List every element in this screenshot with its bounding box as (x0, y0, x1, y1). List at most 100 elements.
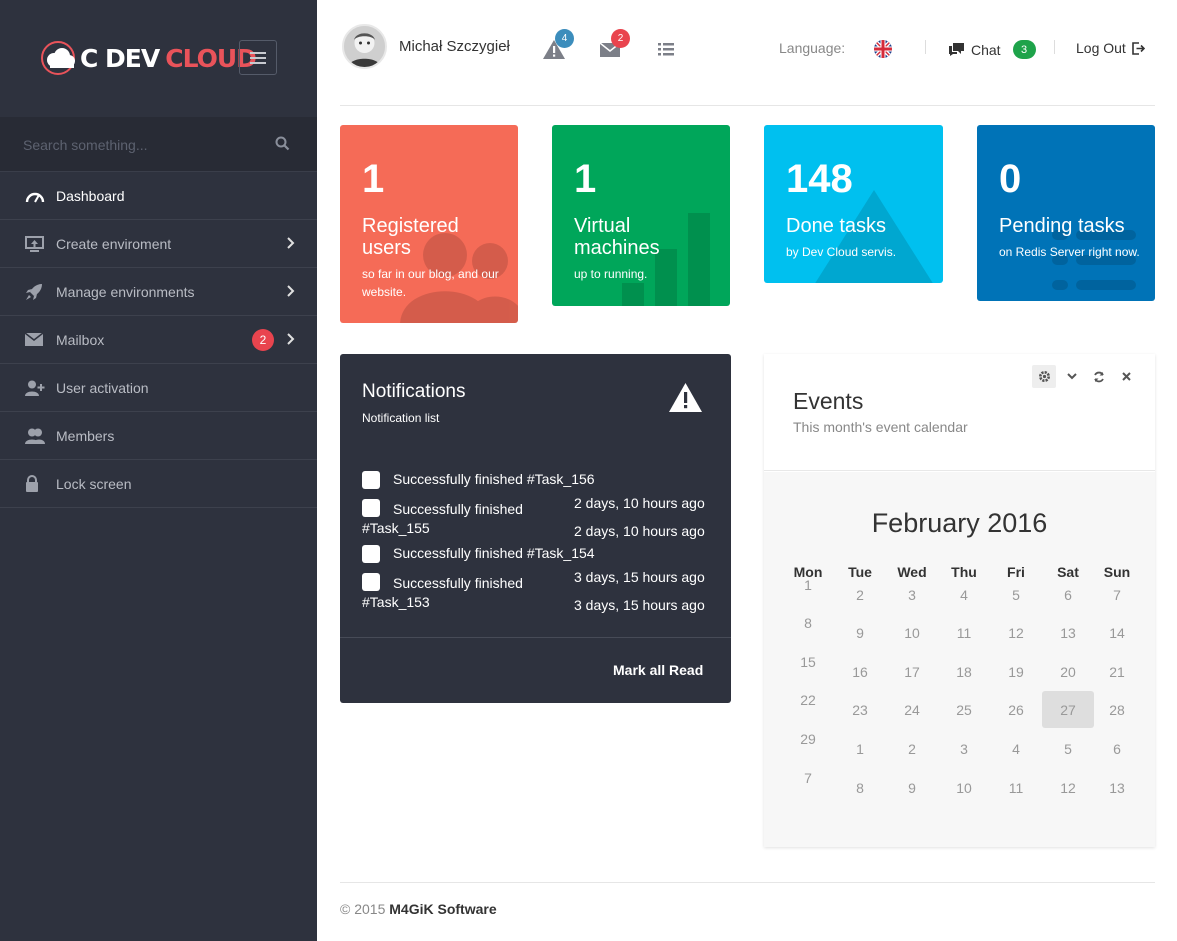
sidebar-item-label: Dashboard (56, 187, 125, 204)
calendar-day[interactable]: 28 (1091, 691, 1143, 728)
notification-item[interactable]: Successfully finished #Task_154 (362, 545, 692, 563)
events-header: Events This month's event calendar (764, 354, 1155, 471)
collapse-chevron-down-icon[interactable] (1060, 365, 1084, 388)
calendar-day[interactable]: 17 (886, 653, 938, 690)
calendar-day[interactable]: 13 (1042, 614, 1094, 651)
calendar-day[interactable]: 8 (834, 769, 886, 806)
chat-icon (949, 43, 964, 56)
chevron-right-icon (287, 237, 295, 249)
calendar-day[interactable]: 3 (938, 730, 990, 767)
stat-label: Virtual machines (574, 215, 660, 259)
sidebar-item-members[interactable]: Members (0, 412, 317, 460)
notification-date: 2 days, 10 hours ago (574, 495, 705, 511)
calendar-day[interactable]: 15 (782, 643, 834, 680)
user-plus-icon (0, 380, 56, 396)
notification-item[interactable]: Successfully finished #Task_155 (362, 499, 567, 537)
calendar-day[interactable]: 20 (1042, 653, 1094, 690)
calendar-day[interactable]: 25 (938, 691, 990, 728)
calendar-day[interactable]: 9 (834, 614, 886, 651)
settings-gear-icon[interactable] (1032, 365, 1056, 388)
calendar-day[interactable]: 6 (1091, 730, 1143, 767)
calendar-day[interactable]: 6 (1042, 576, 1094, 613)
calendar-day[interactable]: 4 (938, 576, 990, 613)
navbar-divider (925, 40, 926, 54)
user-name[interactable]: Michał Szczygieł (399, 38, 510, 55)
search-input[interactable] (0, 117, 260, 172)
calendar-day[interactable]: 19 (990, 653, 1042, 690)
calendar-day[interactable]: 3 (886, 576, 938, 613)
refresh-icon[interactable] (1087, 365, 1111, 388)
calendar-day[interactable]: 7 (1091, 576, 1143, 613)
calendar-day[interactable]: 16 (834, 653, 886, 690)
calendar-day[interactable]: 14 (1091, 614, 1143, 651)
calendar-day[interactable]: 23 (834, 691, 886, 728)
calendar-day[interactable]: 8 (782, 604, 834, 641)
sidebar-item-create-environment[interactable]: Create enviroment (0, 220, 317, 268)
task-list-icon[interactable] (658, 43, 674, 56)
logout-button[interactable]: Log Out (1076, 40, 1145, 56)
top-navbar: Michał Szczygieł 4 2 Language: Chat 3 Lo… (340, 0, 1155, 106)
sidebar-search (0, 117, 317, 172)
notification-checkbox[interactable] (362, 545, 380, 563)
search-icon[interactable] (275, 136, 290, 151)
notification-checkbox[interactable] (362, 499, 380, 517)
notification-date: 3 days, 15 hours ago (574, 597, 705, 613)
notification-item[interactable]: Successfully finished #Task_153 (362, 573, 567, 611)
calendar-day[interactable]: 29 (782, 720, 834, 757)
language-flag-uk[interactable] (874, 40, 892, 58)
chevron-right-icon (287, 285, 295, 297)
calendar-day[interactable]: 27 (1042, 691, 1094, 728)
calendar-day[interactable]: 22 (782, 681, 834, 718)
cloud-logo-icon (41, 41, 75, 75)
sidebar-item-label: Members (56, 427, 115, 444)
sidebar-item-user-activation[interactable]: User activation (0, 364, 317, 412)
avatar[interactable] (342, 24, 387, 69)
panel-title: Events (793, 388, 864, 414)
calendar-day[interactable]: 2 (886, 730, 938, 767)
notification-item[interactable]: Successfully finished #Task_156 (362, 471, 692, 489)
calendar-day[interactable]: 1 (834, 730, 886, 767)
calendar-day[interactable]: 24 (886, 691, 938, 728)
calendar-day[interactable]: 12 (990, 614, 1042, 651)
calendar-day[interactable]: 12 (1042, 769, 1094, 806)
calendar-day[interactable]: 11 (990, 769, 1042, 806)
calendar-day[interactable]: 10 (938, 769, 990, 806)
calendar-day[interactable]: 2 (834, 576, 886, 613)
notification-text: Successfully finished #Task_156 (393, 471, 595, 487)
calendar-day[interactable]: 21 (1091, 653, 1143, 690)
sidebar-item-label: Lock screen (56, 475, 132, 492)
calendar-day[interactable]: 18 (938, 653, 990, 690)
notification-date: 2 days, 10 hours ago (574, 523, 705, 539)
calendar-day[interactable]: 5 (1042, 730, 1094, 767)
stat-card-virtual-machines[interactable]: 1 Virtual machines up to running. (552, 125, 730, 306)
stat-card-registered-users[interactable]: 1 Registered users so far in our blog, a… (340, 125, 518, 323)
calendar-day[interactable]: 26 (990, 691, 1042, 728)
sidebar-item-mailbox[interactable]: Mailbox 2 (0, 316, 317, 364)
stat-card-pending-tasks[interactable]: 0 Pending tasks on Redis Server right no… (977, 125, 1155, 301)
calendar-day[interactable]: 7 (782, 759, 834, 796)
notification-checkbox[interactable] (362, 573, 380, 591)
chat-button[interactable]: Chat 3 (949, 40, 1036, 59)
calendar-day[interactable]: 9 (886, 769, 938, 806)
mark-all-read-button[interactable]: Mark all Read (613, 662, 703, 678)
calendar-day[interactable]: 5 (990, 576, 1042, 613)
logo[interactable]: C DEV CLOUD (40, 40, 257, 76)
calendar-day[interactable]: 13 (1091, 769, 1143, 806)
stat-card-done-tasks[interactable]: 148 Done tasks by Dev Cloud servis. (764, 125, 943, 283)
notification-checkbox[interactable] (362, 471, 380, 489)
footer: © 2015 M4GiK Software (340, 901, 497, 917)
stat-subtext: up to running. (574, 267, 648, 281)
envelope-icon (0, 333, 56, 346)
close-icon[interactable] (1114, 365, 1138, 388)
sidebar-item-manage-environments[interactable]: Manage environments (0, 268, 317, 316)
calendar-day[interactable]: 11 (938, 614, 990, 651)
sidebar-item-lock-screen[interactable]: Lock screen (0, 460, 317, 508)
sidebar-item-label: Mailbox (56, 331, 105, 348)
sidebar-item-dashboard[interactable]: Dashboard (0, 172, 317, 220)
messages-count-badge: 2 (611, 29, 630, 48)
sidebar-toggle-button[interactable] (239, 40, 277, 75)
calendar-day[interactable]: 4 (990, 730, 1042, 767)
panel-divider (340, 637, 731, 638)
calendar-day[interactable]: 1 (782, 566, 834, 603)
calendar-day[interactable]: 10 (886, 614, 938, 651)
